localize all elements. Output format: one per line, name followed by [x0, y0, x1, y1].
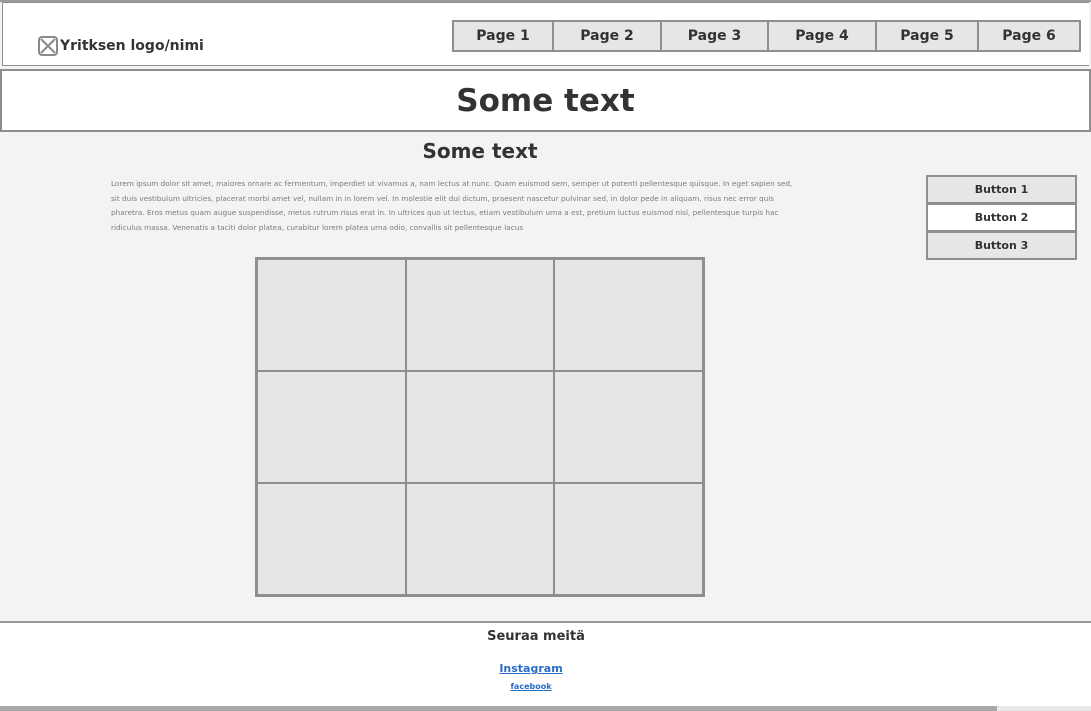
grid-cell — [257, 259, 406, 371]
grid-cell — [554, 483, 703, 595]
image-grid — [255, 257, 705, 597]
grid-cell — [257, 483, 406, 595]
facebook-link[interactable]: facebook — [0, 682, 1062, 691]
section-title: Some text — [422, 139, 538, 163]
footer-title: Seuraa meitä — [487, 629, 585, 644]
grid-cell — [405, 483, 555, 595]
main-nav: Page 1 Page 2 Page 3 Page 4 Page 5 Page … — [452, 20, 1081, 52]
instagram-link[interactable]: Instagram — [0, 662, 1062, 675]
button-2[interactable]: Button 2 — [926, 203, 1077, 232]
grid-cell — [405, 259, 555, 371]
hero-banner: Some text — [0, 69, 1091, 132]
scrollbar-thumb[interactable] — [0, 706, 997, 711]
grid-cell — [554, 371, 703, 483]
image-placeholder-icon — [38, 36, 58, 56]
nav-page-3[interactable]: Page 3 — [660, 20, 769, 52]
button-3[interactable]: Button 3 — [926, 231, 1077, 260]
nav-page-4[interactable]: Page 4 — [767, 20, 877, 52]
side-button-group: Button 1 Button 2 Button 3 — [926, 175, 1077, 260]
body-paragraph: Lorem ipsum dolor sit amet, maiores orna… — [111, 179, 793, 232]
hero-title: Some text — [456, 82, 635, 119]
nav-page-5[interactable]: Page 5 — [875, 20, 979, 52]
nav-page-1[interactable]: Page 1 — [452, 20, 554, 52]
nav-page-6[interactable]: Page 6 — [977, 20, 1081, 52]
grid-cell — [257, 371, 406, 483]
logo[interactable]: Yritksen logo/nimi — [38, 36, 204, 56]
grid-cell — [405, 371, 555, 483]
horizontal-scrollbar[interactable] — [0, 706, 1091, 711]
button-1[interactable]: Button 1 — [926, 175, 1077, 204]
footer: Seuraa meitä Instagram facebook — [0, 621, 1091, 711]
header: Yritksen logo/nimi Page 1 Page 2 Page 3 … — [2, 2, 1089, 66]
grid-cell — [554, 259, 703, 371]
nav-page-2[interactable]: Page 2 — [552, 20, 662, 52]
logo-text: Yritksen logo/nimi — [60, 38, 204, 54]
